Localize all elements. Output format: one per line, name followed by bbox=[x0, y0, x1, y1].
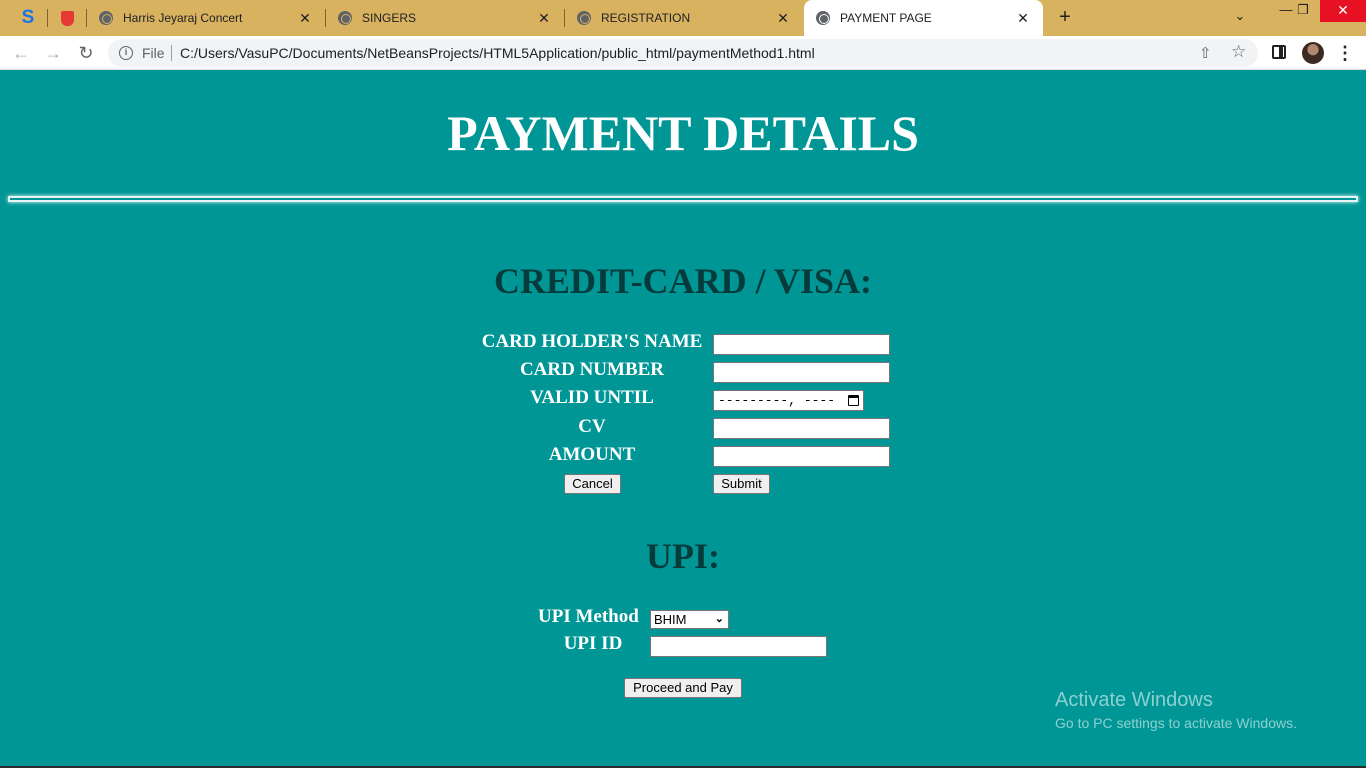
forward-arrow-icon[interactable]: → bbox=[42, 42, 64, 64]
pinned-tab-bookmark-icon[interactable] bbox=[54, 6, 80, 30]
tab-close-icon[interactable]: ✕ bbox=[1015, 10, 1031, 27]
globe-icon bbox=[816, 11, 830, 25]
date-placeholder: ---------, ---- bbox=[718, 393, 836, 408]
valid-until-date-input[interactable]: ---------, ---- bbox=[713, 390, 864, 411]
card-holder-name-label: CARD HOLDER'S NAME bbox=[481, 331, 703, 352]
globe-icon bbox=[577, 11, 591, 25]
credit-card-heading: CREDIT-CARD / VISA: bbox=[493, 261, 873, 301]
cv-label: CV bbox=[578, 416, 606, 437]
back-arrow-icon[interactable]: ← bbox=[10, 42, 32, 64]
upi-id-input[interactable] bbox=[650, 636, 827, 657]
horizontal-rule bbox=[8, 196, 1358, 202]
pinned-tab-s-icon[interactable]: S bbox=[15, 6, 41, 30]
maximize-icon[interactable]: ❐ bbox=[1287, 0, 1319, 22]
page-content: PAYMENT DETAILS CREDIT-CARD / VISA: CARD… bbox=[0, 70, 1366, 768]
tab-title: Harris Jeyaraj Concert bbox=[123, 11, 243, 25]
tab-title: REGISTRATION bbox=[601, 11, 691, 25]
scheme-label: File bbox=[142, 45, 165, 61]
address-bar[interactable]: i File C:/Users/VasuPC/Documents/NetBean… bbox=[108, 39, 1258, 67]
cancel-button[interactable]: Cancel bbox=[564, 474, 621, 494]
new-tab-button[interactable]: + bbox=[1054, 6, 1076, 28]
reload-icon[interactable]: ↻ bbox=[75, 42, 97, 64]
side-panel-icon[interactable] bbox=[1272, 45, 1286, 59]
address-separator bbox=[171, 45, 172, 61]
upi-method-select[interactable]: BHIM ⌄ bbox=[650, 610, 729, 629]
star-icon[interactable]: ☆ bbox=[1231, 42, 1246, 62]
tab-close-icon[interactable]: ✕ bbox=[297, 10, 313, 27]
tab-search-icon[interactable]: ⌄ bbox=[1231, 8, 1249, 26]
tab-close-icon[interactable]: ✕ bbox=[536, 10, 552, 27]
amount-input[interactable] bbox=[713, 446, 890, 467]
calendar-icon[interactable] bbox=[848, 395, 859, 406]
tab-title: SINGERS bbox=[362, 11, 417, 25]
tab-close-icon[interactable]: ✕ bbox=[775, 10, 791, 27]
pinned-tab-s-label: S bbox=[21, 7, 35, 28]
upi-method-selected: BHIM bbox=[654, 612, 687, 627]
activation-watermark-subtitle: Go to PC settings to activate Windows. bbox=[1055, 715, 1297, 731]
upi-method-label: UPI Method bbox=[538, 606, 639, 627]
toolbar: ← → ↻ i File C:/Users/VasuPC/Documents/N… bbox=[0, 36, 1366, 70]
upi-id-label: UPI ID bbox=[563, 633, 623, 654]
activation-watermark-title: Activate Windows bbox=[1055, 689, 1213, 711]
avatar[interactable] bbox=[1302, 42, 1324, 64]
card-holder-name-input[interactable] bbox=[713, 334, 890, 355]
tab-strip: S Harris Jeyaraj Concert ✕ SINGERS ✕ REG… bbox=[0, 0, 1366, 36]
upi-heading: UPI: bbox=[646, 536, 720, 576]
tab-payment-page[interactable]: PAYMENT PAGE ✕ bbox=[804, 0, 1043, 36]
cv-input[interactable] bbox=[713, 418, 890, 439]
tab-separator bbox=[47, 9, 48, 27]
tab-singers[interactable]: SINGERS ✕ bbox=[326, 0, 564, 36]
tab-title: PAYMENT PAGE bbox=[840, 11, 932, 25]
close-window-icon[interactable]: ✕ bbox=[1320, 0, 1366, 22]
page-title: PAYMENT DETAILS bbox=[447, 105, 919, 161]
tab-harris-jeyaraj-concert[interactable]: Harris Jeyaraj Concert ✕ bbox=[87, 0, 325, 36]
card-number-input[interactable] bbox=[713, 362, 890, 383]
url-text[interactable]: C:/Users/VasuPC/Documents/NetBeansProjec… bbox=[180, 45, 815, 61]
globe-icon bbox=[99, 11, 113, 25]
globe-icon bbox=[338, 11, 352, 25]
card-number-label: CARD NUMBER bbox=[519, 359, 665, 380]
kebab-menu-icon[interactable]: ⋮ bbox=[1336, 42, 1354, 64]
tab-registration[interactable]: REGISTRATION ✕ bbox=[565, 0, 803, 36]
submit-button[interactable]: Submit bbox=[713, 474, 770, 494]
proceed-and-pay-button[interactable]: Proceed and Pay bbox=[624, 678, 742, 698]
chevron-down-icon: ⌄ bbox=[714, 613, 724, 625]
amount-label: AMOUNT bbox=[548, 444, 636, 465]
share-icon[interactable]: ⇧ bbox=[1199, 44, 1212, 62]
info-icon[interactable]: i bbox=[119, 46, 133, 60]
valid-until-label: VALID UNTIL bbox=[530, 387, 654, 408]
